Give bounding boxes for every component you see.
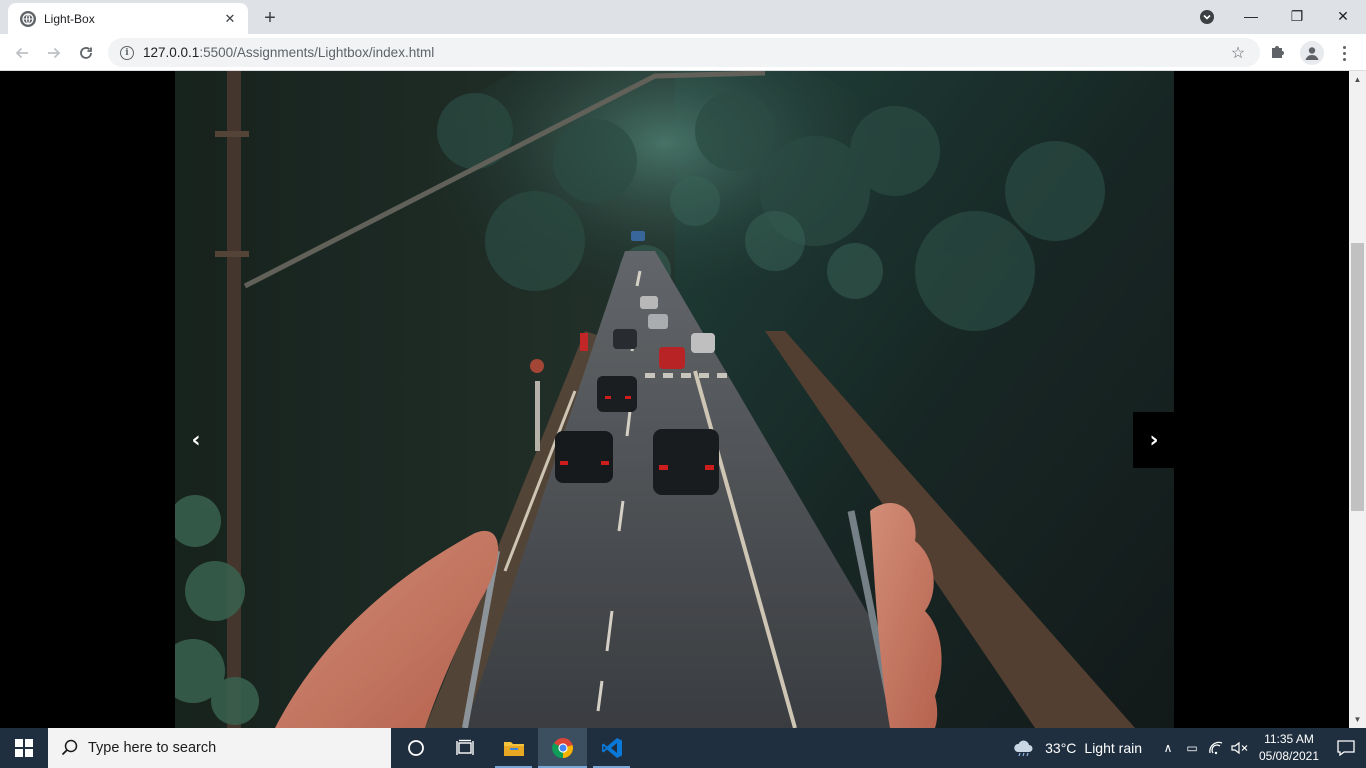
show-hidden-icons-chevron-icon[interactable]: ∧ xyxy=(1156,728,1180,768)
windows-logo-icon xyxy=(15,739,33,757)
system-clock[interactable]: 11:35 AM 05/08/2021 xyxy=(1252,731,1326,765)
chrome-taskbar-button[interactable] xyxy=(538,728,587,768)
clock-time: 11:35 AM xyxy=(1264,732,1314,746)
notification-icon xyxy=(1337,740,1355,756)
rain-cloud-icon xyxy=(1014,740,1033,756)
site-info-icon[interactable]: i xyxy=(120,45,134,60)
taskbar-search-input[interactable]: Type here to search xyxy=(48,728,391,768)
browser-tab[interactable]: Light-Box ✕ xyxy=(8,3,248,34)
scroll-thumb[interactable] xyxy=(1351,243,1364,511)
action-center-button[interactable] xyxy=(1326,728,1366,768)
scroll-up-arrow-icon[interactable]: ▲ xyxy=(1349,71,1366,88)
address-bar[interactable]: i 127.0.0.1:5500/Assignments/Lightbox/in… xyxy=(108,38,1260,67)
cortana-circle-icon xyxy=(407,740,424,756)
restore-button[interactable]: ❐ xyxy=(1274,0,1320,32)
lightbox-photo xyxy=(175,71,1174,728)
previous-image-button[interactable]: ‹ xyxy=(175,412,217,468)
arrow-left-icon xyxy=(15,47,28,59)
page-viewport: ‹ › xyxy=(0,71,1349,728)
browser-menu-icon[interactable] xyxy=(1334,41,1354,65)
scroll-down-arrow-icon[interactable]: ▼ xyxy=(1349,711,1366,728)
tab-title: Light-Box xyxy=(44,11,95,26)
reload-button[interactable] xyxy=(72,39,100,67)
close-window-button[interactable]: ✕ xyxy=(1320,0,1366,32)
folder-icon xyxy=(503,742,524,756)
chrome-icon xyxy=(551,738,573,759)
tab-search-icon[interactable] xyxy=(1197,7,1217,27)
minimize-button[interactable]: — xyxy=(1228,0,1274,32)
battery-icon[interactable]: ▭ xyxy=(1180,728,1204,768)
extensions-puzzle-icon[interactable] xyxy=(1269,42,1289,62)
browser-tab-strip: Light-Box ✕ + — ❐ ✕ xyxy=(0,0,1366,34)
url-text[interactable]: 127.0.0.1:5500/Assignments/Lightbox/inde… xyxy=(143,45,1228,60)
vscode-taskbar-button[interactable] xyxy=(587,728,636,768)
reload-icon xyxy=(80,47,92,59)
globe-icon xyxy=(20,10,36,27)
task-view-button[interactable] xyxy=(440,728,489,768)
tab-close-icon[interactable]: ✕ xyxy=(222,11,238,27)
file-explorer-button[interactable] xyxy=(489,728,538,768)
back-button[interactable] xyxy=(8,39,36,67)
new-tab-button[interactable]: + xyxy=(258,6,282,30)
forward-button[interactable] xyxy=(40,39,68,67)
bookmark-star-icon[interactable]: ☆ xyxy=(1228,43,1248,63)
task-view-icon xyxy=(455,739,474,755)
weather-description: Light rain xyxy=(1084,740,1142,756)
next-image-button[interactable]: › xyxy=(1133,412,1175,468)
page-scrollbar[interactable]: ▲ ▼ xyxy=(1349,71,1366,728)
wifi-icon[interactable] xyxy=(1204,728,1228,768)
system-tray: 33°C Light rain ∧ ▭ 11:35 AM 05/08/2021 xyxy=(1013,728,1366,768)
url-host: 127.0.0.1 xyxy=(143,45,200,60)
browser-toolbar: i 127.0.0.1:5500/Assignments/Lightbox/in… xyxy=(0,34,1366,71)
cortana-button[interactable] xyxy=(391,728,440,768)
profile-avatar-icon[interactable] xyxy=(1300,41,1324,65)
weather-temperature: 33°C xyxy=(1045,740,1077,756)
start-button[interactable] xyxy=(0,728,48,768)
weather-widget[interactable]: 33°C Light rain xyxy=(1013,740,1142,756)
windows-taskbar: Type here to search 33°C Light rain ∧ ▭ … xyxy=(0,728,1366,768)
url-path: :5500/Assignments/Lightbox/index.html xyxy=(199,45,435,60)
vscode-icon xyxy=(601,738,622,758)
search-placeholder: Type here to search xyxy=(88,740,217,756)
arrow-right-icon xyxy=(48,47,61,59)
search-icon xyxy=(61,739,78,756)
forest-road-photo xyxy=(175,71,1174,728)
clock-date: 05/08/2021 xyxy=(1258,749,1320,763)
volume-muted-icon[interactable] xyxy=(1228,728,1252,768)
